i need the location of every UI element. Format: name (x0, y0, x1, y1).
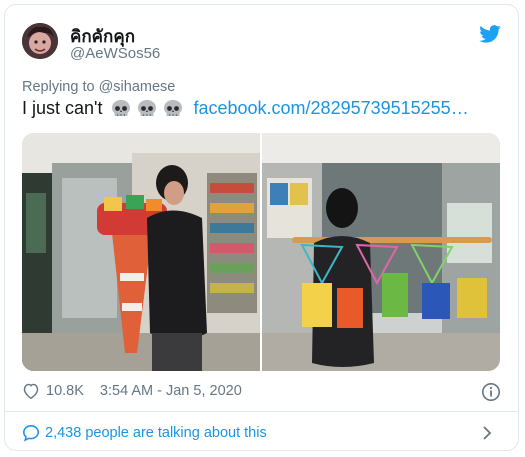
skull-icon (110, 99, 132, 119)
conversation-link[interactable]: 2,438 people are talking about this (22, 420, 502, 446)
skull-icon (136, 99, 158, 119)
replying-to-prefix: Replying to (22, 79, 95, 95)
avatar[interactable] (22, 23, 58, 59)
timestamp[interactable]: 3:54 AM - Jan 5, 2020 (100, 383, 242, 399)
replying-to: Replying to @sihamese (22, 79, 175, 95)
twitter-bird-icon[interactable] (479, 25, 501, 43)
tweet-link[interactable]: facebook.com/28295739515255… (193, 98, 468, 119)
media-photo-left[interactable] (22, 133, 260, 371)
tweet-text: I just can't facebook.com/28295739515255… (22, 98, 469, 119)
info-icon[interactable] (481, 382, 501, 402)
speech-bubble-icon (22, 424, 40, 442)
heart-icon[interactable] (22, 383, 40, 400)
tweet-body: I just can't (22, 98, 103, 118)
media-photo-right[interactable] (262, 133, 500, 371)
conversation-count[interactable]: 2,438 people are talking about this (45, 425, 267, 441)
chevron-right-icon[interactable] (482, 425, 492, 441)
tweet-meta: 10.8K 3:54 AM - Jan 5, 2020 (22, 383, 242, 400)
divider (4, 411, 519, 412)
tweet-media[interactable] (22, 133, 500, 371)
like-count[interactable]: 10.8K (46, 383, 84, 399)
skull-icon (162, 99, 184, 119)
user-handle[interactable]: @AeWSos56 (70, 45, 160, 62)
reply-target-handle[interactable]: @sihamese (99, 79, 176, 95)
